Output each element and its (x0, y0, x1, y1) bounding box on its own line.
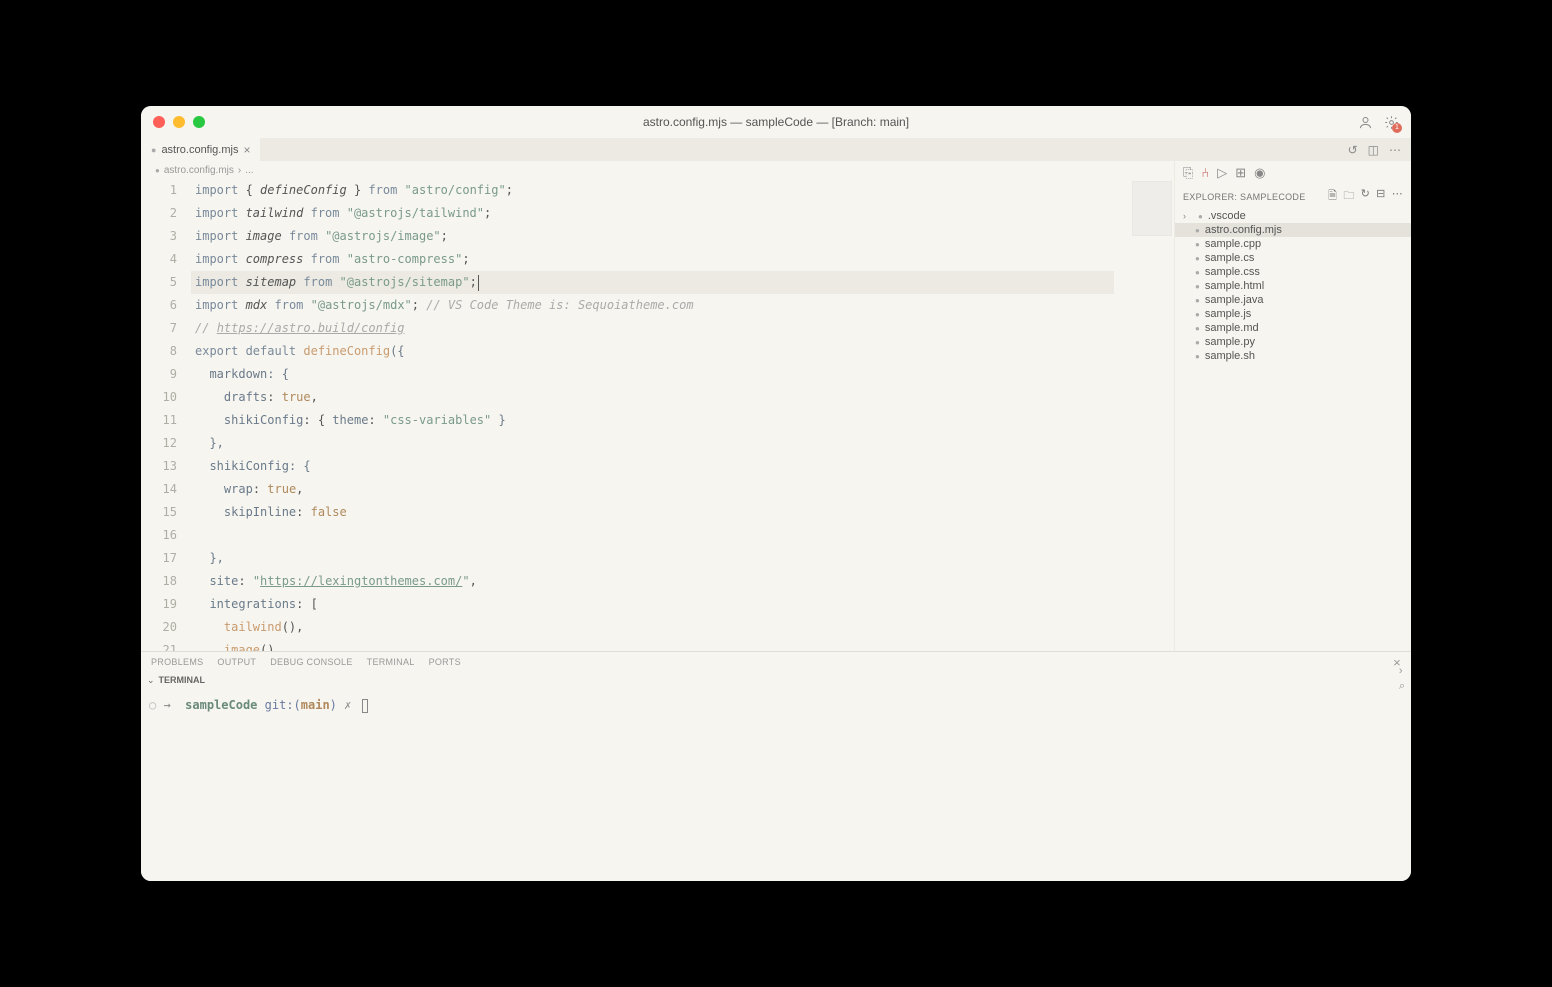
code-line[interactable]: shikiConfig: { theme: "css-variables" } (191, 409, 1114, 432)
explorer-sidebar: ⎘ ⑃ ▷ ⊞ ◉ EXPLORER: SAMPLECODE 🗎 🗀 ↻ ⊟ ⋯… (1174, 161, 1411, 651)
code-line[interactable]: import tailwind from "@astrojs/tailwind"… (191, 202, 1114, 225)
settings-badge: 1 (1392, 123, 1402, 133)
new-folder-icon[interactable]: 🗀 (1343, 187, 1354, 206)
source-control-icon[interactable]: ⑃ (1201, 165, 1209, 180)
panel-tab-output[interactable]: OUTPUT (217, 657, 256, 667)
window-title: astro.config.mjs — sampleCode — [Branch:… (141, 115, 1411, 129)
file-item[interactable]: ●sample.md (1175, 321, 1411, 335)
breadcrumb-icon: ● (155, 166, 160, 175)
new-file-icon[interactable]: 🗎 (1328, 187, 1337, 206)
explorer-icon[interactable]: ⎘ (1183, 165, 1193, 181)
code-line[interactable]: }, (191, 432, 1114, 455)
file-item[interactable]: ●sample.cs (1175, 251, 1411, 265)
activity-bar: ⎘ ⑃ ▷ ⊞ ◉ (1175, 161, 1411, 184)
minimap[interactable] (1114, 179, 1174, 651)
tab-astro-config[interactable]: ● astro.config.mjs × (141, 138, 260, 161)
editor-tabbar: ● astro.config.mjs × ↺ ◫ ⋯ (141, 138, 1411, 161)
terminal-cursor (362, 699, 368, 713)
collapse-icon[interactable]: ⊟ (1376, 187, 1386, 206)
explorer-more-icon[interactable]: ⋯ (1392, 187, 1403, 206)
file-item[interactable]: ●sample.js (1175, 307, 1411, 321)
code-line[interactable]: tailwind(), (191, 616, 1114, 639)
code-editor[interactable]: 123456789101112131415161718192021 import… (141, 179, 1174, 651)
code-line[interactable]: import sitemap from "@astrojs/sitemap"; (191, 271, 1114, 294)
term-branch: main (301, 698, 330, 712)
more-actions-icon[interactable]: ⋯ (1389, 143, 1401, 157)
folder-item[interactable]: ›●.vscode (1175, 209, 1411, 223)
code-line[interactable]: import image from "@astrojs/image"; (191, 225, 1114, 248)
tab-label: astro.config.mjs (161, 144, 238, 156)
titlebar: astro.config.mjs — sampleCode — [Branch:… (141, 106, 1411, 138)
breadcrumb-file: astro.config.mjs (164, 165, 234, 176)
code-line[interactable] (191, 524, 1114, 547)
code-line[interactable]: export default defineConfig({ (191, 340, 1114, 363)
code-line[interactable]: integrations: [ (191, 593, 1114, 616)
term-circle: ○ (149, 698, 156, 712)
code-line[interactable]: skipInline: false (191, 501, 1114, 524)
explorer-header: EXPLORER: SAMPLECODE 🗎 🗀 ↻ ⊟ ⋯ (1175, 184, 1411, 209)
term-git-pre: git:( (265, 698, 301, 712)
panel-sub-label: TERMINAL (159, 675, 206, 685)
code-line[interactable]: import compress from "astro-compress"; (191, 248, 1114, 271)
file-item[interactable]: ●sample.py (1175, 335, 1411, 349)
code-line[interactable]: image(), (191, 639, 1114, 651)
account-icon[interactable] (1357, 114, 1373, 130)
panel-tabs: PROBLEMS OUTPUT DEBUG CONSOLE TERMINAL PORTS… (141, 652, 1411, 672)
code-line[interactable]: // https://astro.build/config (191, 317, 1114, 340)
chevron-down-icon: ⌄ (147, 675, 155, 686)
terminal[interactable]: ○ → sampleCode git:(main) ✗ (141, 688, 1411, 881)
breadcrumb-more: ... (245, 165, 253, 176)
code-line[interactable]: import mdx from "@astrojs/mdx"; // VS Co… (191, 294, 1114, 317)
maximize-panel-icon[interactable]: › (1399, 665, 1405, 677)
term-dirty: ✗ (344, 698, 351, 712)
code-line[interactable]: import { defineConfig } from "astro/conf… (191, 179, 1114, 202)
refresh-icon[interactable]: ↻ (1361, 187, 1371, 206)
code-line[interactable]: site: "https://lexingtonthemes.com/", (191, 570, 1114, 593)
file-item[interactable]: ●sample.sh (1175, 349, 1411, 363)
term-git-post: ) (330, 698, 337, 712)
file-list: ›●.vscode●astro.config.mjs●sample.cpp●sa… (1175, 209, 1411, 651)
code-line[interactable]: wrap: true, (191, 478, 1114, 501)
vscode-window: astro.config.mjs — sampleCode — [Branch:… (141, 106, 1411, 881)
extensions-icon[interactable]: ⊞ (1235, 165, 1246, 181)
modified-icon: ● (151, 145, 156, 155)
remote-icon[interactable]: ◉ (1254, 165, 1265, 181)
file-item[interactable]: ●sample.cpp (1175, 237, 1411, 251)
panel-tab-problems[interactable]: PROBLEMS (151, 657, 203, 667)
code-line[interactable]: shikiConfig: { (191, 455, 1114, 478)
bottom-panel: PROBLEMS OUTPUT DEBUG CONSOLE TERMINAL PORTS… (141, 651, 1411, 881)
term-arrow: → (163, 698, 170, 712)
file-item[interactable]: ●astro.config.mjs (1175, 223, 1411, 237)
settings-gear-icon[interactable]: 1 (1383, 114, 1399, 130)
line-gutter: 123456789101112131415161718192021 (141, 179, 191, 651)
run-debug-icon[interactable]: ▷ (1217, 165, 1227, 181)
file-item[interactable]: ●sample.html (1175, 279, 1411, 293)
panel-subheader[interactable]: ⌄ TERMINAL › ⌕ (141, 672, 1411, 688)
panel-tab-debug-console[interactable]: DEBUG CONSOLE (270, 657, 352, 667)
panel-tab-terminal[interactable]: TERMINAL (367, 657, 415, 667)
breadcrumb-sep: › (238, 165, 241, 176)
explorer-title: EXPLORER: SAMPLECODE (1183, 192, 1306, 202)
code-content[interactable]: import { defineConfig } from "astro/conf… (191, 179, 1114, 651)
code-line[interactable]: markdown: { (191, 363, 1114, 386)
search-panel-icon[interactable]: ⌕ (1399, 680, 1405, 693)
breadcrumb[interactable]: ● astro.config.mjs › ... (141, 161, 1174, 179)
split-editor-icon[interactable]: ◫ (1368, 143, 1379, 157)
close-tab-icon[interactable]: × (243, 143, 250, 157)
file-item[interactable]: ●sample.css (1175, 265, 1411, 279)
term-path: sampleCode (185, 698, 257, 712)
code-line[interactable]: }, (191, 547, 1114, 570)
panel-tab-ports[interactable]: PORTS (429, 657, 461, 667)
file-item[interactable]: ●sample.java (1175, 293, 1411, 307)
code-line[interactable]: drafts: true, (191, 386, 1114, 409)
timeline-icon[interactable]: ↺ (1348, 143, 1358, 157)
